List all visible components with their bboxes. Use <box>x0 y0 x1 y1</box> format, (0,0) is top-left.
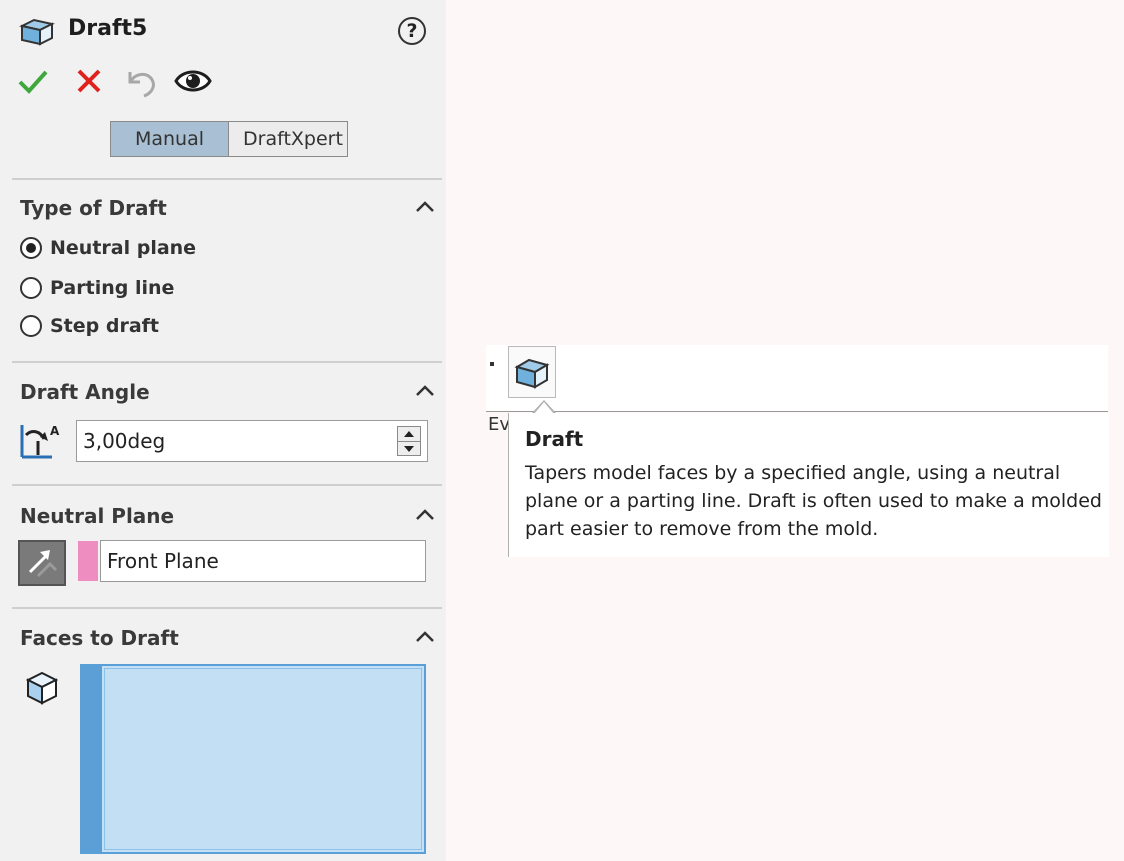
collapse-chevron-up-icon[interactable] <box>414 630 436 644</box>
draft-angle-value: 3,00deg <box>83 429 166 453</box>
neutral-plane-selection-box[interactable]: Front Plane <box>100 540 426 582</box>
tab-draftxpert[interactable]: DraftXpert <box>229 122 347 156</box>
face-cube-icon <box>25 671 59 705</box>
undo-icon[interactable] <box>122 64 160 98</box>
section-title-faces-to-draft[interactable]: Faces to Draft <box>20 626 179 650</box>
ok-icon[interactable] <box>16 64 50 98</box>
radio-neutral-plane[interactable]: Neutral plane <box>20 234 196 262</box>
angle-spinner[interactable] <box>397 426 421 456</box>
radio-step-draft[interactable]: Step draft <box>20 312 159 340</box>
draft-angle-icon: A <box>20 424 60 459</box>
svg-text:A: A <box>50 424 60 438</box>
draft-tooltip: Draft Tapers model faces by a specified … <box>508 413 1109 557</box>
radio-button[interactable] <box>20 315 42 337</box>
section-title-draft-angle[interactable]: Draft Angle <box>20 380 150 404</box>
command-manager-toolbar <box>486 345 1108 412</box>
collapse-chevron-up-icon[interactable] <box>414 508 436 522</box>
collapse-chevron-up-icon[interactable] <box>414 384 436 398</box>
draft-angle-input[interactable]: 3,00deg <box>76 420 428 462</box>
neutral-plane-value: Front Plane <box>107 549 219 573</box>
section-title-neutral-plane[interactable]: Neutral Plane <box>20 504 174 528</box>
section-divider <box>12 178 442 180</box>
draft-feature-icon <box>19 18 55 46</box>
radio-button[interactable] <box>20 277 42 299</box>
radio-label: Neutral plane <box>50 237 197 259</box>
radio-button-selected[interactable] <box>20 237 42 259</box>
collapse-chevron-up-icon[interactable] <box>414 200 436 214</box>
radio-label: Parting line <box>50 277 175 299</box>
preview-eye-icon[interactable] <box>173 64 213 98</box>
cancel-icon[interactable] <box>72 64 106 98</box>
arrow-down-icon <box>404 446 414 452</box>
section-divider <box>12 484 442 486</box>
toolbar-dropdown-marker <box>490 362 494 366</box>
help-icon[interactable]: ? <box>398 17 426 45</box>
toolbar-tab-fragment[interactable]: Ev <box>488 414 510 435</box>
property-manager-panel: Draft5 ? Manual DraftXpert Type of Draft… <box>0 0 446 861</box>
radio-parting-line[interactable]: Parting line <box>20 274 174 302</box>
plane-color-swatch <box>78 541 98 581</box>
reverse-direction-icon <box>28 550 58 578</box>
section-divider <box>12 361 442 363</box>
spinner-down-button[interactable] <box>398 442 420 456</box>
faces-list-area[interactable] <box>104 668 422 850</box>
selection-highlight-strip <box>82 666 102 852</box>
faces-selection-list[interactable] <box>80 664 426 854</box>
tooltip-description: Tapers model faces by a specified angle,… <box>525 462 1102 540</box>
reverse-direction-button[interactable] <box>18 540 66 586</box>
tab-manual[interactable]: Manual <box>111 122 229 156</box>
radio-label: Step draft <box>50 315 160 337</box>
draft-tool-button[interactable] <box>508 346 556 398</box>
feature-title: Draft5 <box>68 16 148 41</box>
section-divider <box>12 607 442 609</box>
section-title-type-of-draft[interactable]: Type of Draft <box>20 196 167 220</box>
spinner-up-button[interactable] <box>398 427 420 442</box>
arrow-up-icon <box>404 431 414 437</box>
mode-tab-group: Manual DraftXpert <box>110 121 348 157</box>
tooltip-title: Draft <box>525 427 584 451</box>
draft-tool-icon <box>514 358 550 389</box>
